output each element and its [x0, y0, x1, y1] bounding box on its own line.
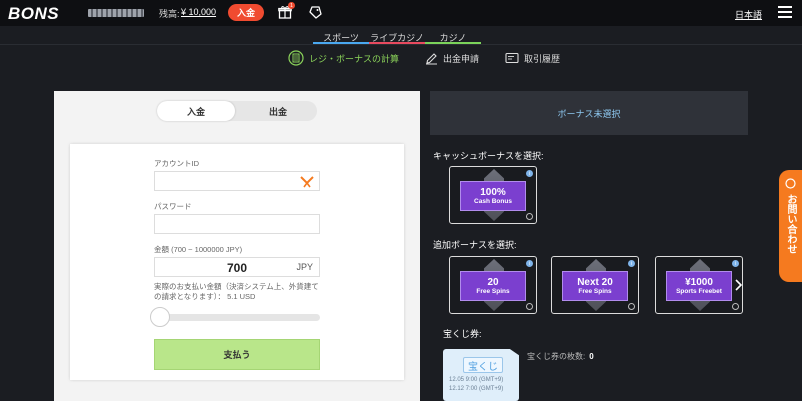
amount-currency: JPY — [296, 262, 313, 272]
contact-us-label: お問い合わせ — [785, 194, 796, 254]
switch-withdraw[interactable]: 出金 — [239, 101, 317, 121]
account-id-input[interactable] — [154, 171, 320, 191]
amount-value: 700 — [226, 261, 247, 275]
payment-panel: 入金 出金 アカウントID パスワード 金額 (700 ~ 1000000 JP… — [54, 91, 420, 401]
pen-icon — [426, 52, 438, 64]
bonus-radio[interactable] — [526, 213, 533, 220]
contact-us-tab[interactable]: お問い合わせ — [779, 170, 802, 282]
switch-deposit[interactable]: 入金 — [157, 101, 235, 121]
chevron-right-icon[interactable] — [733, 279, 743, 291]
ticket-count: 宝くじ券の枚数: 0 — [527, 351, 594, 362]
bonus-chip-type: Cash Bonus — [474, 198, 512, 205]
bonus-chip: Next 20 Free Spins — [562, 271, 628, 301]
subnav-transaction-history[interactable]: 取引履歴 — [505, 52, 560, 65]
info-icon[interactable]: i — [526, 260, 533, 267]
ticket-count-value: 0 — [589, 352, 594, 361]
amount-slider-handle[interactable] — [150, 307, 170, 327]
nav-divider — [0, 44, 802, 45]
extra-bonus-card[interactable]: 20 Free Spins i — [449, 256, 537, 314]
chat-icon — [785, 178, 796, 189]
amount-label: 金額 (700 ~ 1000000 JPY) — [154, 245, 243, 254]
brand-logo[interactable]: BONS — [8, 4, 59, 24]
username-masked — [88, 9, 144, 17]
provider-logo-icon — [300, 176, 314, 188]
bonus-chip-amount: ¥1000 — [685, 277, 713, 288]
subnav-transaction-history-label: 取引履歴 — [524, 53, 561, 64]
subnav-deposit-bonus-calc-label: レジ・ボーナスの計算 — [309, 53, 400, 64]
product-tabs: スポーツ ライブカジノ カジノ — [313, 30, 481, 44]
top-bar: BONS 残高: ¥ 10,000 入金 1 日本語 — [0, 0, 802, 26]
bonus-chip-type: Free Spins — [476, 288, 510, 295]
bonus-chip-amount: 100% — [480, 187, 506, 198]
bonus-chip-type: Sports Freebet — [676, 288, 722, 295]
password-label: パスワード — [154, 202, 192, 211]
deposit-form: アカウントID パスワード 金額 (700 ~ 1000000 JPY) 700… — [70, 144, 404, 380]
deposit-button[interactable]: 入金 — [228, 4, 264, 21]
gift-badge: 1 — [288, 2, 295, 9]
cash-bonus-card[interactable]: 100% Cash Bonus i — [449, 166, 537, 224]
tab-casino[interactable]: カジノ — [425, 30, 481, 44]
extra-bonus-card[interactable]: Next 20 Free Spins i — [551, 256, 639, 314]
bonus-chip: 20 Free Spins — [460, 271, 526, 301]
bonus-status: ボーナス未選択 — [430, 91, 748, 135]
bonus-chip-type: Free Spins — [578, 288, 612, 295]
amount-input[interactable]: 700 JPY — [154, 257, 320, 277]
balance-label: 残高: — [159, 9, 180, 19]
amount-slider-track[interactable] — [154, 314, 320, 321]
info-icon[interactable]: i — [732, 260, 739, 267]
balance-value[interactable]: ¥ 10,000 — [181, 7, 216, 17]
info-icon[interactable]: i — [526, 170, 533, 177]
password-input[interactable] — [154, 214, 320, 234]
account-id-label: アカウントID — [154, 159, 199, 168]
bonus-chip-amount: Next 20 — [577, 277, 613, 288]
bonus-chip: 100% Cash Bonus — [460, 181, 526, 211]
subnav-deposit-bonus-calc[interactable]: レジ・ボーナスの計算 — [288, 50, 399, 66]
cashier-subnav: レジ・ボーナスの計算 出金申請 取引履歴 — [288, 50, 586, 66]
extra-bonus-title: 追加ボーナスを選択: — [433, 240, 517, 250]
tab-live-casino[interactable]: ライブカジノ — [369, 30, 425, 44]
ticket-date-start: 12.05 9:00 (GMT+9) — [449, 377, 504, 383]
bonus-radio[interactable] — [732, 303, 739, 310]
language-selector[interactable]: 日本語 — [735, 8, 762, 21]
bonus-radio[interactable] — [526, 303, 533, 310]
receipt-icon — [505, 52, 519, 64]
deposit-withdraw-switch: 入金 出金 — [157, 101, 317, 121]
lottery-label: 宝くじ券: — [443, 329, 482, 339]
subnav-withdraw-request-label: 出金申請 — [443, 53, 480, 64]
lottery-ticket[interactable]: 宝くじ 12.05 9:00 (GMT+9) 12.12 7:00 (GMT+9… — [443, 349, 519, 401]
bonus-chip: ¥1000 Sports Freebet — [666, 271, 732, 301]
ticket-count-label: 宝くじ券の枚数: — [527, 352, 586, 361]
pay-button[interactable]: 支払う — [154, 339, 320, 370]
tab-sports[interactable]: スポーツ — [313, 30, 369, 44]
bonus-radio[interactable] — [628, 303, 635, 310]
tag-icon[interactable] — [308, 5, 322, 19]
cash-bonus-title: キャッシュボーナスを選択: — [433, 151, 544, 161]
calculator-icon — [288, 50, 304, 66]
ticket-date-end: 12.12 7:00 (GMT+9) — [449, 386, 504, 392]
actual-payment-note: 実際のお支払い金額（決済システム上、外貨建ての請求となります）： 5.1 USD — [154, 282, 319, 301]
subnav-withdraw-request[interactable]: 出金申請 — [425, 52, 479, 65]
bonus-chip-amount: 20 — [487, 277, 499, 288]
info-icon[interactable]: i — [628, 260, 635, 267]
extra-bonus-card[interactable]: ¥1000 Sports Freebet i — [655, 256, 743, 314]
hamburger-menu-icon[interactable] — [778, 6, 792, 18]
ticket-title: 宝くじ — [463, 357, 503, 373]
